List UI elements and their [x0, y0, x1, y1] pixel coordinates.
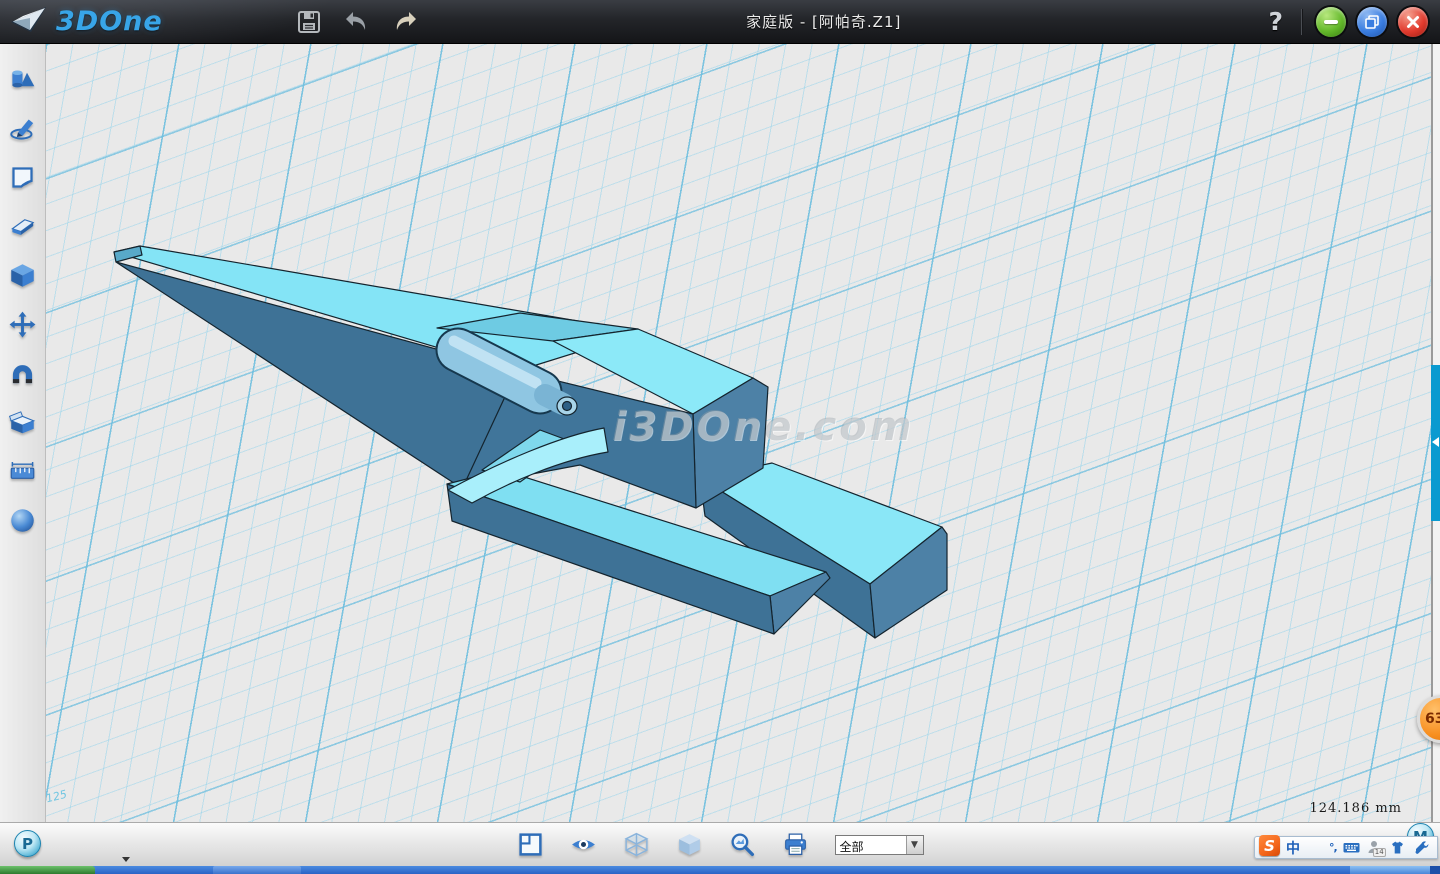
sketch-plane-icon[interactable] [9, 164, 36, 191]
punctuation-toggle[interactable]: °, [1329, 841, 1337, 854]
visibility-eye-icon[interactable] [570, 831, 597, 858]
skin-tshirt-icon[interactable] [1389, 839, 1406, 856]
taskbar-app-button[interactable] [213, 866, 301, 874]
taskbar-end [1430, 866, 1440, 874]
save-button[interactable] [295, 8, 323, 36]
panel-expand-tab[interactable] [1431, 365, 1440, 521]
model-3d[interactable] [46, 44, 1440, 822]
display-filter-value: 全部 [836, 836, 906, 854]
app-logo: 3DOne [0, 5, 265, 39]
window-title: 家庭版 - [阿帕奇.Z1] [419, 11, 1268, 32]
user-count-badge: 14 [1373, 848, 1386, 857]
user-icon[interactable]: 14 [1366, 839, 1383, 856]
main-area: i3DOne.com 125 124.186 mm 63 [0, 44, 1440, 822]
move-icon[interactable] [9, 311, 36, 338]
restore-button[interactable] [1357, 7, 1387, 37]
solid-cube-icon[interactable] [9, 262, 36, 289]
taskbar-tray [1350, 866, 1430, 874]
keyboard-icon[interactable] [1343, 839, 1360, 856]
taskbar-space [301, 866, 1350, 874]
view-toolbar-icons: 全部 ▼ [0, 823, 1440, 866]
start-button[interactable] [0, 866, 95, 874]
print-icon[interactable] [782, 831, 809, 858]
close-button[interactable] [1398, 7, 1428, 37]
zoom-window-icon[interactable] [729, 831, 756, 858]
display-filter-select[interactable]: 全部 ▼ [835, 835, 924, 855]
shaded-display-icon[interactable] [676, 831, 703, 858]
notification-count: 63 [1425, 711, 1440, 727]
app-window: 3DOne 家庭 [0, 0, 1440, 874]
modeling-canvas[interactable]: i3DOne.com 125 124.186 mm 63 [46, 44, 1440, 822]
moon-icon[interactable] [1306, 839, 1323, 856]
minimize-button[interactable] [1316, 7, 1346, 37]
redo-button[interactable] [391, 8, 419, 36]
paper-plane-icon [10, 5, 48, 39]
wrench-icon[interactable] [1412, 839, 1429, 856]
combine-box-icon[interactable] [9, 409, 36, 436]
help-button[interactable]: ? [1268, 7, 1283, 36]
measure-ruler-icon[interactable] [9, 458, 36, 485]
os-taskbar [0, 866, 1440, 874]
view-layout-icon[interactable] [517, 831, 544, 858]
ime-toolbar: S 中 °, 14 [1254, 836, 1438, 859]
chevron-left-icon [1432, 437, 1439, 447]
wireframe-display-icon[interactable] [623, 831, 650, 858]
tool-sidebar [0, 44, 46, 822]
view-toolbar: P 全部 ▼ [0, 822, 1440, 866]
ime-language-toggle[interactable]: 中 [1286, 838, 1300, 858]
taskbar-gap [95, 866, 213, 874]
undo-button[interactable] [343, 8, 371, 36]
model-nozzle-hole [563, 402, 572, 411]
eraser-icon[interactable] [9, 213, 36, 240]
window-controls [1316, 7, 1428, 37]
sketch-draw-icon[interactable] [9, 115, 36, 142]
titlebar-separator [1301, 9, 1302, 35]
primitive-shapes-icon[interactable] [9, 66, 36, 93]
magnet-icon[interactable] [9, 360, 36, 387]
logo-text: 3DOne [56, 6, 163, 37]
chevron-down-icon: ▼ [906, 836, 923, 854]
measurement-readout: 124.186 mm [1309, 801, 1402, 816]
material-sphere-icon[interactable] [9, 507, 36, 534]
titlebar: 3DOne 家庭 [0, 0, 1440, 44]
ime-logo[interactable]: S [1259, 835, 1280, 856]
quick-toolbar [295, 8, 419, 36]
